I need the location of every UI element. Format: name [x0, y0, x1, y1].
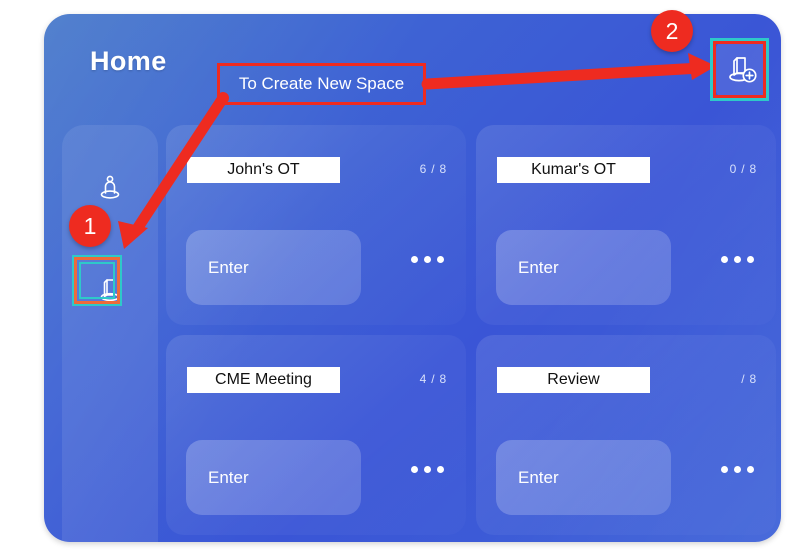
person-pedestal-icon	[100, 175, 120, 199]
more-options-button[interactable]	[411, 256, 444, 263]
space-card-count: / 8	[741, 372, 757, 386]
more-options-button[interactable]	[721, 256, 754, 263]
more-options-button[interactable]	[721, 466, 754, 473]
more-dot	[747, 256, 754, 263]
space-card[interactable]: CME Meeting 4 / 8 Enter	[166, 335, 466, 535]
more-dot	[721, 466, 728, 473]
space-card-title: Kumar's OT	[497, 157, 650, 183]
more-dot	[424, 466, 431, 473]
more-dot	[437, 466, 444, 473]
space-card-title: John's OT	[187, 157, 340, 183]
more-dot	[411, 466, 418, 473]
more-options-button[interactable]	[411, 466, 444, 473]
space-pedestal-icon	[100, 279, 120, 302]
enter-button[interactable]: Enter	[496, 440, 671, 515]
add-space-icon	[728, 56, 757, 83]
space-card-title: CME Meeting	[187, 367, 340, 393]
more-dot	[411, 256, 418, 263]
home-panel: Home John's OT 6 / 8 Enter Kumar's OT 0 …	[44, 14, 781, 542]
more-dot	[734, 256, 741, 263]
sidebar-item-space[interactable]	[83, 265, 137, 315]
more-dot	[734, 466, 741, 473]
more-dot	[721, 256, 728, 263]
enter-button[interactable]: Enter	[186, 440, 361, 515]
more-dot	[424, 256, 431, 263]
more-dot	[437, 256, 444, 263]
add-space-button[interactable]	[716, 42, 767, 97]
space-card[interactable]: Review / 8 Enter	[476, 335, 776, 535]
enter-button[interactable]: Enter	[186, 230, 361, 305]
space-card-title: Review	[497, 367, 650, 393]
more-dot	[747, 466, 754, 473]
sidebar	[62, 125, 158, 542]
space-card-count: 4 / 8	[419, 372, 447, 386]
page-title: Home	[90, 46, 167, 76]
enter-button[interactable]: Enter	[496, 230, 671, 305]
space-card[interactable]: John's OT 6 / 8 Enter	[166, 125, 466, 325]
space-card-count: 0 / 8	[729, 162, 757, 176]
space-card-count: 6 / 8	[419, 162, 447, 176]
space-card[interactable]: Kumar's OT 0 / 8 Enter	[476, 125, 776, 325]
sidebar-item-person[interactable]	[83, 163, 137, 213]
